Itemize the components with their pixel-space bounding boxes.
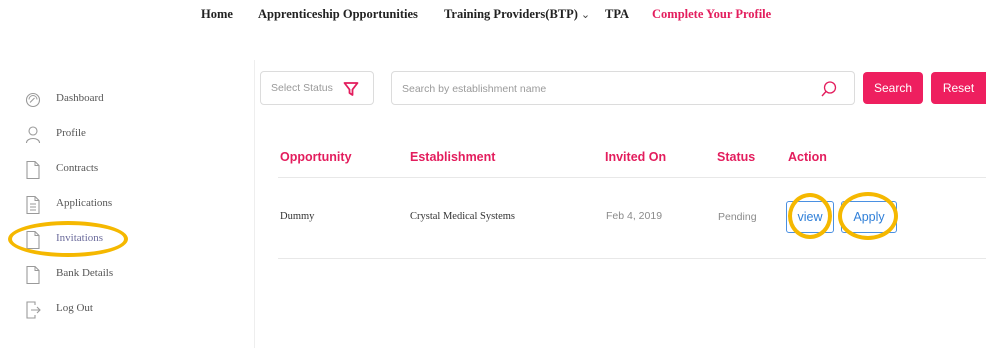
status-select[interactable]: Select Status — [260, 71, 374, 105]
search-box — [391, 71, 855, 105]
nav-tpa[interactable]: TPA — [605, 7, 629, 22]
sidebar-item-label: Applications — [56, 197, 113, 209]
document-lines-icon — [26, 195, 40, 215]
nav-home[interactable]: Home — [201, 7, 233, 22]
sidebar: Dashboard Profile Contracts Applications… — [0, 80, 250, 340]
column-header-establishment: Establishment — [410, 150, 496, 164]
search-input[interactable] — [400, 79, 804, 99]
cell-invited-on: Feb 4, 2019 — [606, 210, 663, 222]
filter-funnel-icon — [343, 82, 359, 96]
sidebar-item-bank-details[interactable]: Bank Details — [24, 265, 224, 285]
sidebar-item-label: Invitations — [56, 232, 104, 244]
sidebar-item-logout[interactable]: Log Out — [24, 300, 224, 320]
nav-training-providers-label: Training Providers(BTP) — [444, 7, 578, 21]
logout-icon — [26, 301, 41, 319]
document-icon — [26, 265, 40, 285]
search-icon[interactable] — [820, 80, 838, 98]
sidebar-item-dashboard[interactable]: Dashboard — [24, 90, 224, 110]
sidebar-item-invitations[interactable]: Invitations — [24, 230, 224, 250]
column-header-status: Status — [717, 150, 756, 164]
sidebar-item-label: Contracts — [56, 162, 99, 174]
column-header-action: Action — [788, 150, 827, 164]
nav-apprenticeship-opportunities[interactable]: Apprenticeship Opportunities — [258, 7, 418, 22]
sidebar-item-label: Profile — [56, 127, 86, 139]
sidebar-item-label: Log Out — [56, 302, 93, 314]
cell-status: Pending — [718, 211, 757, 223]
cell-establishment: Crystal Medical Systems — [410, 211, 515, 222]
dashboard-gauge-icon — [25, 92, 41, 108]
sidebar-item-profile[interactable]: Profile — [24, 125, 224, 145]
nav-training-providers[interactable]: Training Providers(BTP) ⌄ — [444, 7, 590, 22]
document-icon — [26, 230, 40, 250]
header-divider — [278, 177, 986, 178]
nav-complete-profile[interactable]: Complete Your Profile — [652, 7, 771, 22]
reset-button[interactable]: Reset — [931, 72, 986, 104]
chevron-down-icon: ⌄ — [580, 9, 591, 21]
search-button[interactable]: Search — [863, 72, 923, 104]
document-icon — [26, 160, 40, 180]
sidebar-divider — [254, 60, 255, 348]
sidebar-item-applications[interactable]: Applications — [24, 195, 224, 215]
sidebar-item-contracts[interactable]: Contracts — [24, 160, 224, 180]
status-select-placeholder: Select Status — [271, 82, 333, 94]
column-header-invited-on: Invited On — [605, 150, 667, 164]
column-header-opportunity: Opportunity — [280, 150, 352, 164]
apply-button[interactable]: Apply — [841, 201, 897, 233]
user-icon — [25, 126, 41, 144]
view-button[interactable]: view — [786, 201, 834, 233]
row-divider — [278, 258, 986, 259]
sidebar-item-label: Dashboard — [56, 92, 104, 104]
sidebar-item-label: Bank Details — [56, 267, 114, 279]
cell-opportunity: Dummy — [280, 211, 315, 222]
top-nav: Home Apprenticeship Opportunities Traini… — [0, 7, 986, 23]
